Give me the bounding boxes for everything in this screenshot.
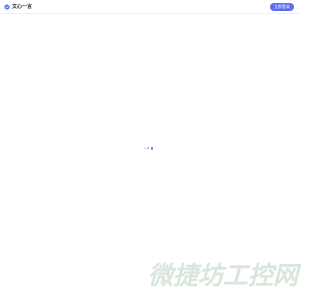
brand-logo-icon <box>4 3 10 10</box>
page: 文心一言 立即登录 微捷坊工控网 <box>0 0 300 300</box>
loading-dot <box>147 147 150 150</box>
login-button[interactable]: 立即登录 <box>270 2 294 11</box>
loading-dot <box>144 147 146 150</box>
loading-dots-icon <box>144 147 154 150</box>
brand-name: 文心一言 <box>12 3 33 10</box>
top-bar: 文心一言 立即登录 <box>0 0 300 14</box>
brand[interactable]: 文心一言 <box>4 4 32 10</box>
watermark: 微捷坊工控网 <box>147 261 298 290</box>
loading-dot <box>150 147 154 150</box>
